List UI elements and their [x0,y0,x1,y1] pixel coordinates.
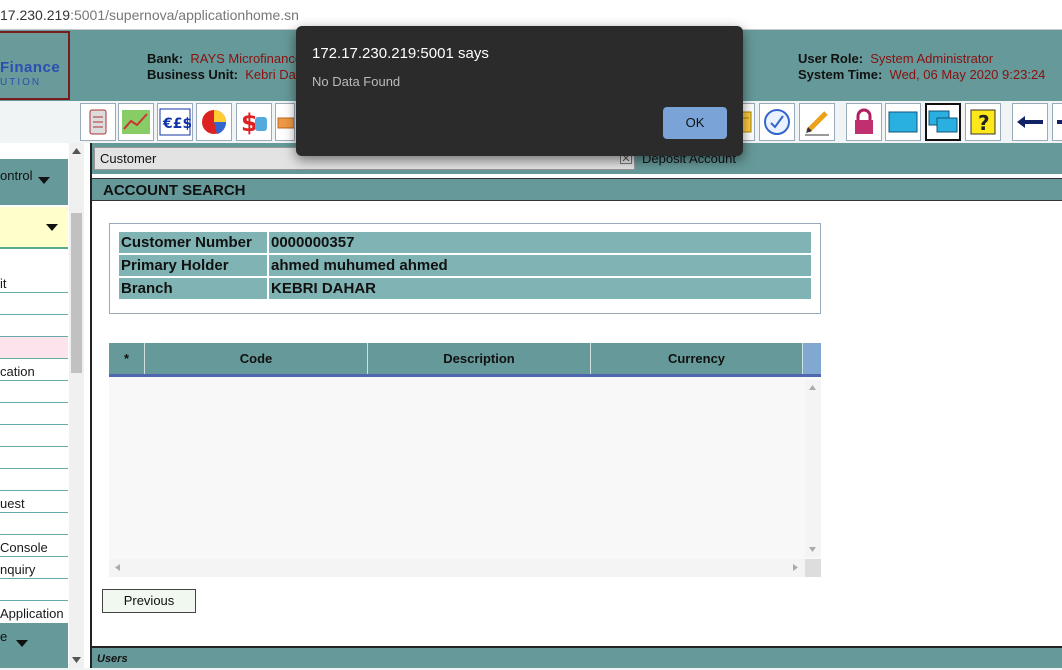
scroll-down-icon[interactable] [809,547,816,552]
business-unit-info: Business Unit: Kebri Da [147,67,296,82]
forward-icon[interactable] [1052,103,1062,141]
previous-button[interactable]: Previous [102,589,196,613]
chevron-down-icon [46,224,58,231]
alert-dialog: 172.17.230.219:5001 says No Data Found O… [296,26,743,156]
sidebar-item-highlighted[interactable] [0,337,68,359]
back-icon[interactable] [1012,103,1048,141]
grid-scrollbar-horizontal[interactable] [109,559,805,577]
dollar-hand-icon[interactable]: $ [236,103,272,141]
sidebar-item[interactable]: uest [0,491,68,513]
sidebar-item[interactable] [0,381,68,403]
page-title: ACCOUNT SEARCH [92,178,1062,201]
scrollbar-thumb[interactable] [71,213,82,373]
grid-header-corner [803,343,821,374]
pie-chart-icon[interactable] [196,103,232,141]
info-row: Customer Number 0000000357 [119,232,811,253]
info-value: 0000000357 [269,232,811,253]
info-value: ahmed muhumed ahmed [269,255,811,276]
sidebar-section-bottom[interactable]: e [0,623,68,668]
bank-info: Bank: RAYS Microfinance [147,51,302,66]
info-label: Branch [119,278,267,299]
info-row: Primary Holder ahmed muhumed ahmed [119,255,811,276]
url-host: 17.230.219 [0,7,71,23]
sidebar-item[interactable] [0,447,68,469]
sidebar-section-label: ontrol [0,168,33,183]
sidebar-item[interactable]: nquiry [0,557,68,579]
svg-text:?: ? [978,111,990,135]
scroll-up-icon[interactable] [809,385,816,390]
help-icon[interactable]: ? [965,103,1001,141]
ok-button[interactable]: OK [663,107,727,139]
info-value: KEBRI DAHAR [269,278,811,299]
scroll-down-icon[interactable] [72,657,81,663]
pencil-icon[interactable] [799,103,835,141]
folder-icon[interactable] [275,103,295,141]
sidebar-item[interactable] [0,469,68,491]
bank-label: Bank: [147,51,184,66]
sidebar-item[interactable] [0,403,68,425]
sidebar-item[interactable] [0,425,68,447]
sidebar-section-control[interactable]: ontrol [0,159,68,205]
grid-header: * Code Description Currency [109,343,821,377]
main-panel: Customer Deposit Account ACCOUNT SEARCH … [90,143,1062,668]
info-label: Primary Holder [119,255,267,276]
footer-bar: Users [92,646,1062,668]
system-time-label: System Time: [798,67,883,82]
lock-icon[interactable] [846,103,882,141]
url-path: /supernova/applicationhome.sn [105,7,299,23]
logo-line1: Finance [0,59,61,76]
sidebar-item[interactable] [0,579,68,601]
info-label: Customer Number [119,232,267,253]
sidebar-item[interactable]: Application [0,601,68,623]
account-info-panel: Customer Number 0000000357 Primary Holder… [109,223,821,314]
sidebar-item[interactable]: cation [0,359,68,381]
scroll-up-icon[interactable] [72,148,81,154]
sidebar-section-active[interactable] [0,207,68,249]
logo: Finance UTION [0,31,70,100]
chevron-down-icon [38,177,50,184]
sidebar-item[interactable] [0,513,68,535]
dialog-message: No Data Found [312,74,401,89]
svg-text:€£$: €£$ [162,116,191,132]
sidebar-item[interactable]: it [0,271,68,293]
grid-scrollbar-vertical[interactable] [805,380,821,557]
column-description[interactable]: Description [368,343,591,374]
tab-customer-label: Customer [100,151,157,166]
clock-icon[interactable] [759,103,795,141]
currency-icon[interactable]: €£$ [157,103,193,141]
user-role-label: User Role: [798,51,864,66]
column-code[interactable]: Code [145,343,368,374]
sidebar-item[interactable]: Console [0,535,68,557]
logo-line2: UTION [0,77,42,88]
window-icon[interactable] [885,103,921,141]
bank-value: RAYS Microfinance [190,51,303,66]
scroll-right-icon[interactable] [793,564,798,571]
sidebar-section-label: e [0,629,8,644]
chart-icon[interactable] [118,103,154,141]
sidebar-item[interactable] [0,315,68,337]
user-role-value: System Administrator [870,51,994,66]
sidebar-scrollbar[interactable] [69,143,84,668]
chevron-down-icon [16,640,28,647]
business-unit-value: Kebri Da [245,67,296,82]
column-select[interactable]: * [109,343,145,374]
system-time-value: Wed, 06 May 2020 9:23:24 [889,67,1046,82]
sidebar-item[interactable] [0,293,68,315]
system-time-info: System Time: Wed, 06 May 2020 9:23:24 [798,67,1045,82]
url-port: :5001 [70,7,106,23]
dialog-title: 172.17.230.219:5001 says [312,45,489,62]
account-grid: * Code Description Currency [109,343,821,577]
info-row: Branch KEBRI DAHAR [119,278,811,299]
windows-icon[interactable] [925,103,961,141]
grid-scroll-corner [805,559,821,577]
user-role-info: User Role: System Administrator [798,51,993,66]
business-unit-label: Business Unit: [147,67,239,82]
scroll-left-icon[interactable] [115,564,120,571]
column-currency[interactable]: Currency [591,343,803,374]
report-icon[interactable] [80,103,116,141]
